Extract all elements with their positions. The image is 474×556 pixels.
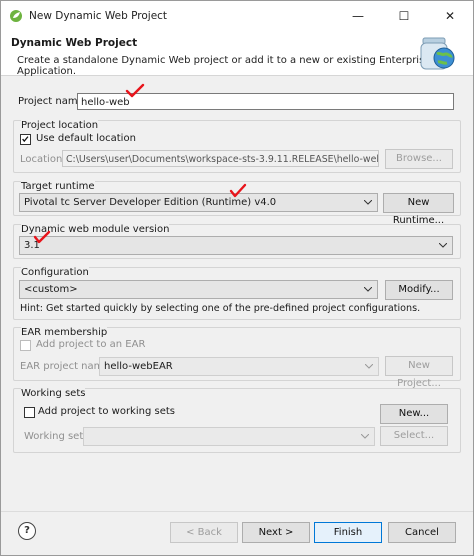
chevron-down-icon (439, 243, 447, 248)
page-title: Dynamic Web Project (11, 37, 138, 49)
help-icon: ? (24, 525, 30, 536)
new-working-set-label: New... (398, 408, 430, 419)
project-location-label: Project location (21, 120, 99, 131)
select-working-sets-label: Select... (393, 430, 435, 441)
module-version-group: Dynamic web module version 3.1 (13, 224, 461, 259)
ear-membership-label: EAR membership (21, 327, 108, 338)
add-to-ear-checkbox[interactable] (20, 340, 31, 351)
finish-button[interactable]: Finish (314, 522, 382, 543)
close-button[interactable]: ✕ (427, 1, 473, 31)
browse-button[interactable]: Browse... (385, 149, 453, 169)
page-description: Create a standalone Dynamic Web project … (17, 55, 431, 77)
back-label: < Back (186, 527, 222, 538)
title-bar[interactable]: New Dynamic Web Project — ☐ ✕ (1, 1, 473, 31)
footer-divider (1, 511, 473, 512)
chevron-down-icon (364, 200, 372, 205)
working-sets-field-label: Working sets: (24, 431, 92, 442)
chevron-down-icon (365, 364, 373, 369)
location-input[interactable]: C:\Users\user\Documents\workspace-sts-3.… (62, 150, 379, 167)
configuration-group: Configuration <custom> Modify... Hint: G… (13, 267, 461, 320)
working-sets-group: Working sets Add project to working sets… (13, 388, 461, 453)
project-name-value: hello-web (81, 97, 130, 108)
maximize-button[interactable]: ☐ (381, 1, 427, 31)
finish-label: Finish (333, 527, 363, 538)
window-title: New Dynamic Web Project (29, 10, 168, 22)
configuration-hint: Hint: Get started quickly by selecting o… (20, 303, 421, 314)
red-annotation-check-icon (125, 83, 145, 98)
ear-membership-group: EAR membership Add project to an EAR EAR… (13, 327, 461, 389)
minimize-button[interactable]: — (335, 1, 381, 31)
minimize-icon: — (352, 9, 364, 23)
browse-label: Browse... (396, 153, 442, 164)
ear-project-name-select[interactable]: hello-webEAR (99, 357, 379, 376)
ear-project-name-value: hello-webEAR (104, 361, 173, 372)
red-annotation-check-icon (33, 230, 51, 244)
web-project-jar-globe-icon (420, 37, 455, 70)
target-runtime-select[interactable]: Pivotal tc Server Developer Edition (Run… (19, 193, 378, 212)
cancel-button[interactable]: Cancel (388, 522, 456, 543)
configuration-select[interactable]: <custom> (19, 280, 378, 299)
use-default-location-checkbox[interactable] (20, 134, 31, 145)
working-sets-label: Working sets (21, 388, 86, 399)
checkmark-icon (22, 136, 29, 143)
help-button[interactable]: ? (18, 522, 36, 540)
add-to-working-sets-checkbox[interactable] (24, 407, 35, 418)
next-button[interactable]: Next > (242, 522, 310, 543)
modify-label: Modify... (398, 284, 440, 295)
configuration-value: <custom> (24, 284, 78, 295)
select-working-sets-button[interactable]: Select... (380, 426, 448, 446)
modify-button[interactable]: Modify... (385, 280, 453, 300)
configuration-label: Configuration (21, 267, 89, 278)
add-to-working-sets-label: Add project to working sets (38, 406, 175, 417)
new-runtime-label: New Runtime... (392, 197, 445, 226)
new-ear-project-button[interactable]: New Project... (385, 356, 453, 389)
chevron-down-icon (361, 434, 369, 439)
maximize-icon: ☐ (398, 9, 410, 23)
target-runtime-label: Target runtime (21, 181, 95, 192)
chevron-down-icon (364, 287, 372, 292)
wizard-header: Dynamic Web Project Create a standalone … (1, 31, 473, 77)
back-button[interactable]: < Back (170, 522, 238, 543)
close-icon: ✕ (444, 9, 456, 23)
use-default-location-label: Use default location (36, 133, 136, 144)
new-ear-project-label: New Project... (397, 360, 441, 389)
working-sets-select[interactable] (83, 427, 375, 446)
dialog-window: New Dynamic Web Project — ☐ ✕ Dynamic We… (0, 0, 474, 556)
spring-leaf-icon (10, 10, 22, 22)
add-to-ear-label: Add project to an EAR (36, 339, 146, 350)
red-annotation-check-icon (229, 183, 247, 198)
cancel-label: Cancel (405, 527, 439, 538)
location-value: C:\Users\user\Documents\workspace-sts-3.… (66, 154, 379, 165)
next-label: Next > (258, 527, 294, 538)
new-working-set-button[interactable]: New... (380, 404, 448, 424)
new-runtime-button[interactable]: New Runtime... (383, 193, 454, 226)
project-location-group: Project location Use default location Lo… (13, 120, 461, 173)
location-label: Location: (20, 154, 66, 165)
module-version-select[interactable]: 3.1 (19, 236, 453, 255)
